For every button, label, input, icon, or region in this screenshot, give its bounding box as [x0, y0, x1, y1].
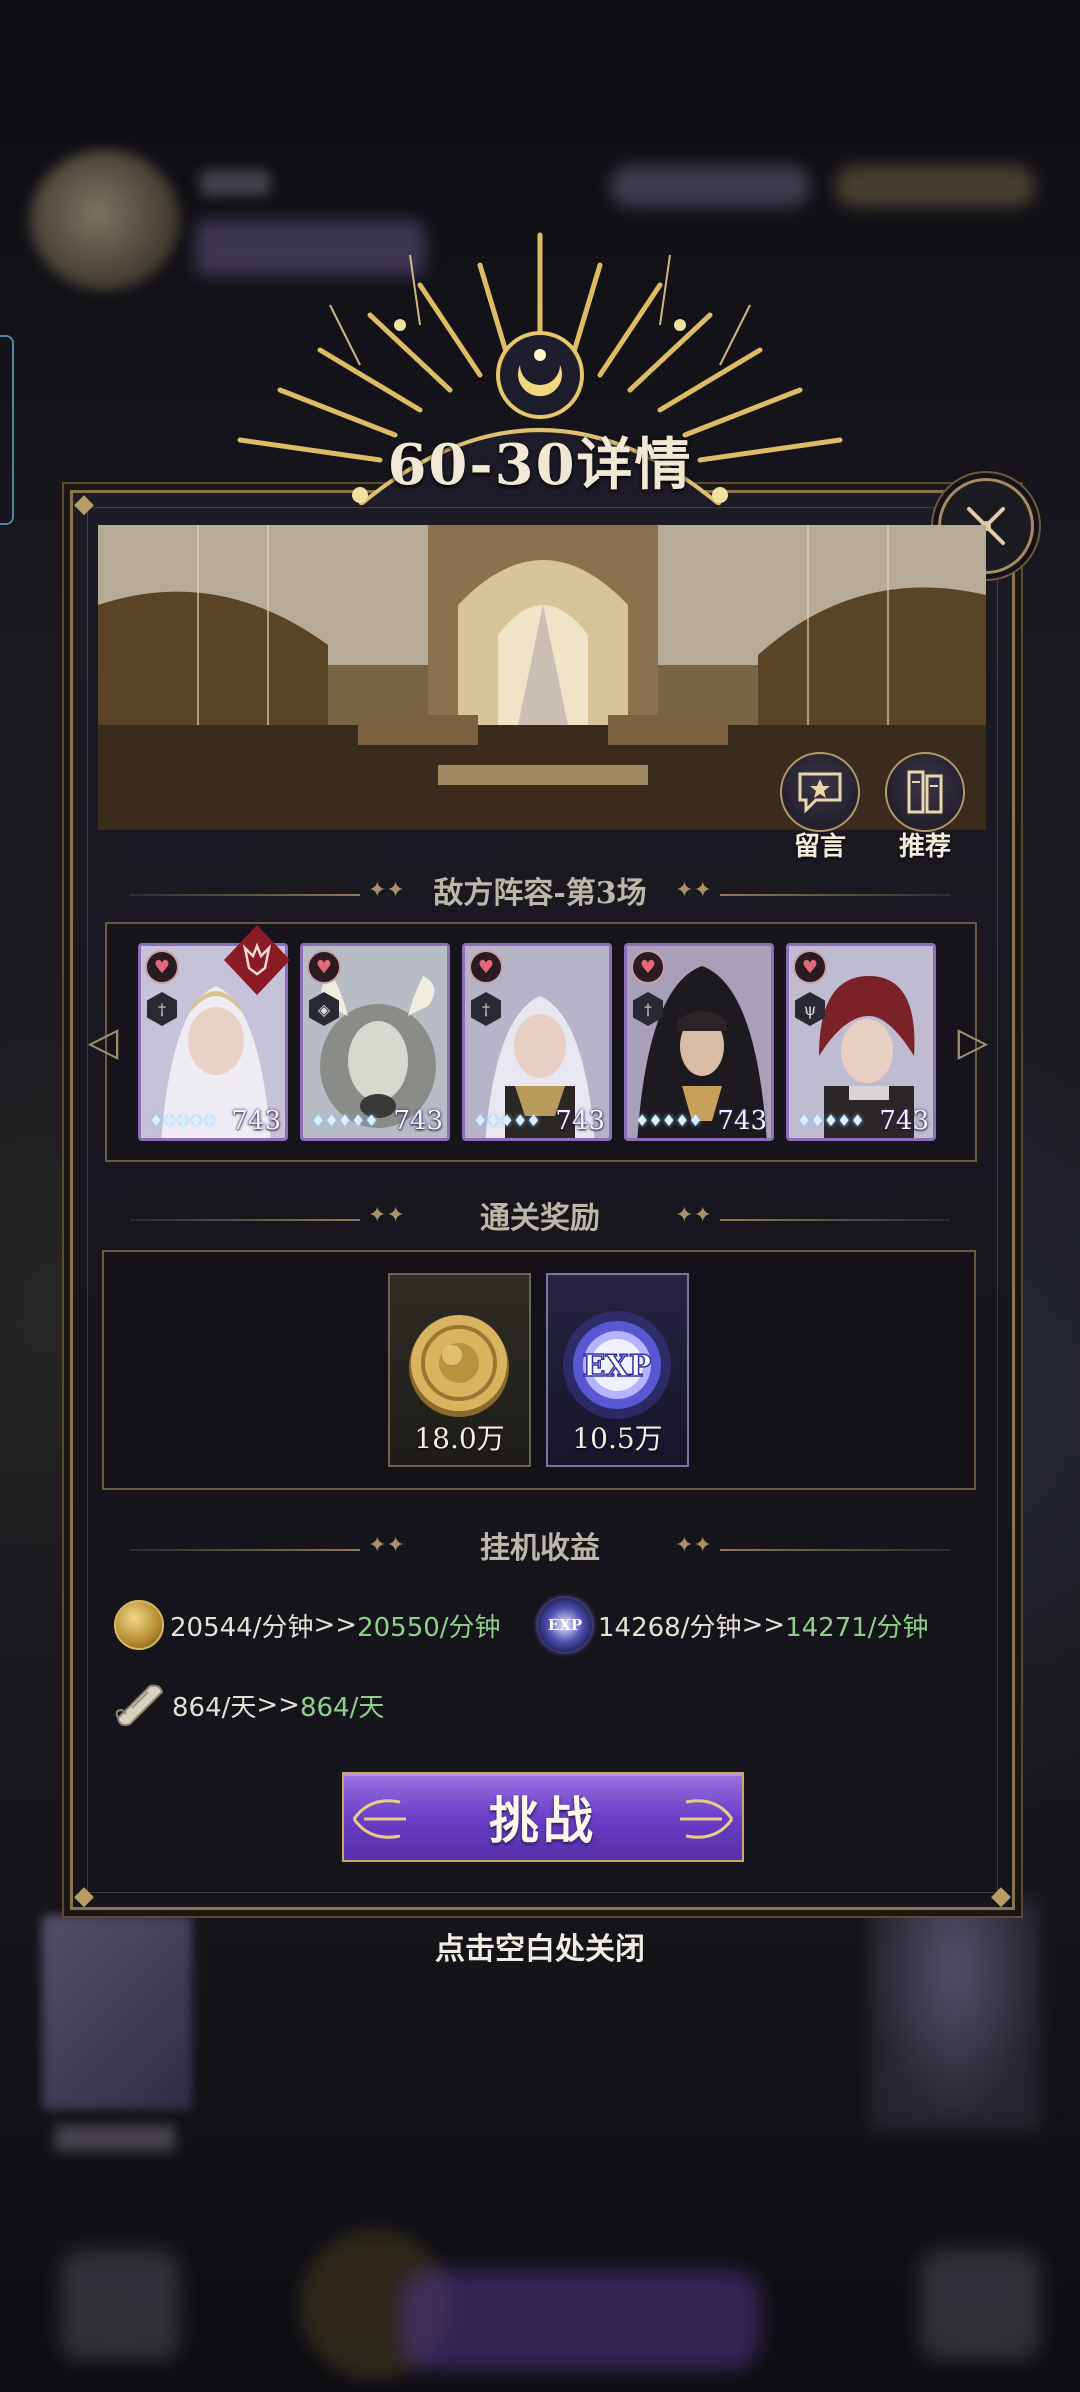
message-button[interactable]: 留言 — [775, 752, 865, 862]
idle-gold-row: 20544/分钟 >> 20550/分钟 — [114, 1600, 501, 1650]
heart-icon: ♥ — [631, 950, 665, 984]
heart-icon: ♥ — [469, 950, 503, 984]
sparkle-icon: ✦✦ — [368, 878, 405, 903]
gold-rate-current: 20544/分钟 — [170, 1612, 314, 1643]
star-diamonds: ♦♦♦♦♦ — [635, 1111, 703, 1130]
background-resource-gems — [610, 165, 810, 207]
heart-icon: ♥ — [145, 950, 179, 984]
exp-rate-current: 14268/分钟 — [598, 1612, 742, 1643]
sparkle-icon: ✦✦ — [368, 1203, 405, 1228]
star-diamonds: ♦♦♦♦♦ — [797, 1111, 865, 1130]
background-player-name — [200, 170, 270, 196]
heart-icon: ♥ — [307, 950, 341, 984]
hero-level: 743 — [231, 1106, 281, 1136]
enemy-hero-card-3[interactable]: ♥ † ♦♦♦♦♦ 743 — [462, 943, 612, 1141]
corner-ornament: ◆ — [74, 1881, 94, 1911]
challenge-label: 挑战 — [489, 1791, 597, 1850]
scroll-rate-arrow: >> — [256, 1690, 300, 1720]
divider-line — [720, 1549, 950, 1551]
star-diamonds: ♦♦♦♦♦ — [149, 1111, 217, 1130]
enemy-hero-card-2[interactable]: ♥ ◈ ♦♦♦♦♦ 743 — [300, 943, 450, 1141]
recommend-label: 推荐 — [898, 832, 951, 862]
heart-icon: ♥ — [793, 950, 827, 984]
star-diamonds: ♦♦♦♦♦ — [473, 1111, 541, 1130]
rewards-frame — [102, 1250, 976, 1490]
idle-exp-row: EXP 14268/分钟 >> 14271/分钟 — [538, 1598, 929, 1652]
rewards-title: 通关奖励 — [480, 1201, 600, 1236]
corner-ornament: ◆ — [991, 1881, 1011, 1911]
enemy-hero-card-4[interactable]: ♥ † ♦♦♦♦♦ 743 — [624, 943, 774, 1141]
book-icon — [885, 752, 965, 832]
gold-rate-arrow: >> — [313, 1610, 358, 1640]
arrow-left-icon[interactable]: ◁ — [78, 1020, 128, 1064]
background-left-label — [55, 2125, 175, 2151]
challenge-button[interactable]: 挑战 — [342, 1772, 744, 1862]
reward-exp-amount: 10.5万 — [572, 1422, 663, 1455]
sparkle-icon: ✦✦ — [675, 1203, 712, 1228]
background-nav-right — [920, 2250, 1040, 2360]
star-diamonds: ♦♦♦♦♦ — [311, 1111, 379, 1130]
divider-line — [130, 1549, 360, 1551]
message-icon — [780, 752, 860, 832]
message-label: 留言 — [793, 832, 846, 862]
exp-rate-arrow: >> — [741, 1610, 786, 1640]
idle-scroll-row: 864/天 >> 864/天 — [110, 1680, 384, 1730]
sparkle-icon: ✦✦ — [675, 1533, 712, 1558]
exp-rate-next: 14271/分钟 — [785, 1612, 929, 1643]
sparkle-icon: ✦✦ — [675, 878, 712, 903]
divider-line — [130, 894, 360, 896]
idle-income-header: ✦✦ 挂机收益 ✦✦ — [130, 1527, 950, 1571]
divider-line — [720, 1219, 950, 1221]
rewards-header: ✦✦ 通关奖励 ✦✦ — [130, 1197, 950, 1241]
scroll-icon — [115, 1684, 164, 1727]
gold-rate-next: 20550/分钟 — [357, 1612, 501, 1643]
reward-item-gold[interactable]: 18.0万 — [388, 1273, 531, 1467]
hero-level: 743 — [393, 1106, 443, 1136]
flourish-right-icon — [680, 1799, 734, 1839]
enemy-lineup-header: ✦✦ 敌方阵容-第3场 ✦✦ — [130, 872, 950, 916]
dialog-title: 60-30详情 — [387, 432, 693, 498]
flourish-left-icon — [352, 1799, 406, 1839]
exp-orb-icon: EXP — [538, 1598, 592, 1652]
enemy-lineup-title: 敌方阵容-第3场 — [433, 876, 647, 911]
scroll-rate-next: 864/天 — [299, 1692, 385, 1723]
idle-income-title: 挂机收益 — [480, 1531, 600, 1566]
sparkle-icon: ✦✦ — [368, 1533, 405, 1558]
divider-line — [720, 894, 950, 896]
hero-level: 743 — [879, 1106, 929, 1136]
scroll-rate-current: 864/天 — [172, 1692, 257, 1723]
divider-line — [130, 1219, 360, 1221]
background-resource-gold — [835, 165, 1035, 207]
background-nav-left — [60, 2250, 180, 2360]
background-bottom-button — [400, 2270, 760, 2370]
arrow-right-icon[interactable]: ▷ — [948, 1020, 998, 1064]
reward-gold-amount: 18.0万 — [414, 1422, 505, 1455]
hero-level: 743 — [555, 1106, 605, 1136]
gold-coin-icon — [114, 1600, 164, 1650]
reward-item-exp[interactable]: EXP 10.5万 — [546, 1273, 689, 1467]
enemy-hero-card-5[interactable]: ♥ ψ ♦♦♦♦♦ 743 — [786, 943, 936, 1141]
hero-level: 743 — [717, 1106, 767, 1136]
svg-text:EXP: EXP — [583, 1349, 652, 1384]
recommend-button[interactable]: 推荐 — [880, 752, 970, 862]
tap-to-close-hint[interactable]: 点击空白处关闭 — [0, 1924, 1080, 1968]
